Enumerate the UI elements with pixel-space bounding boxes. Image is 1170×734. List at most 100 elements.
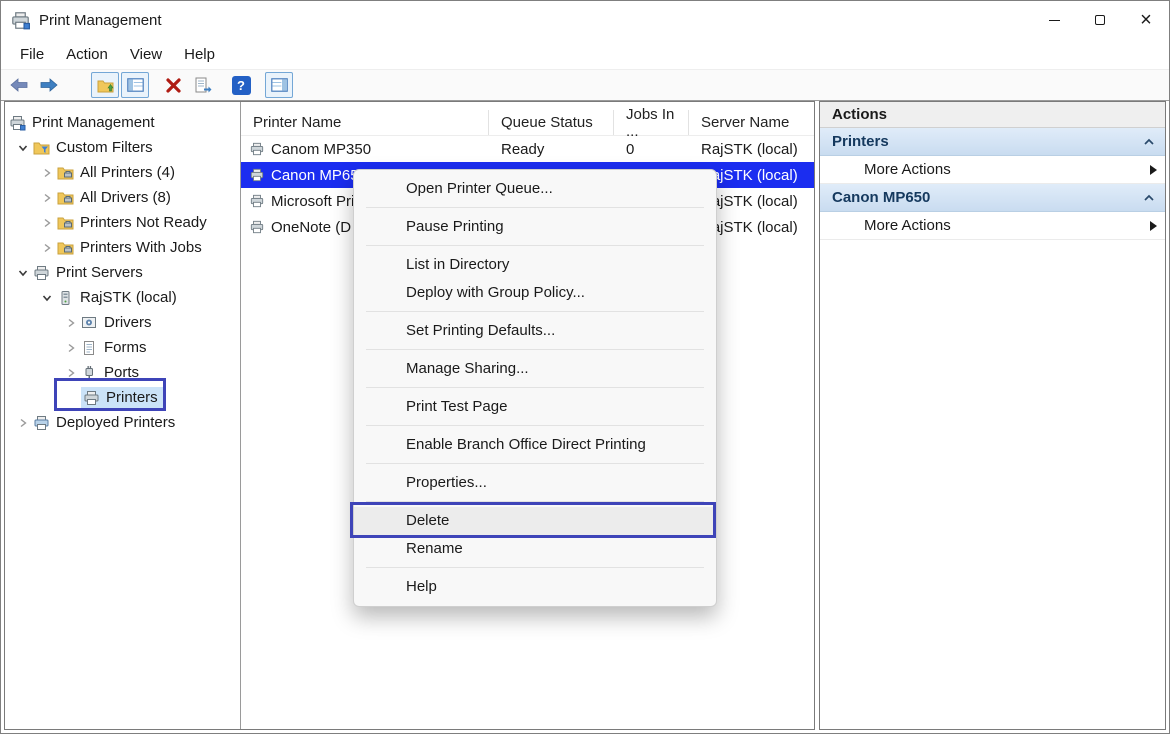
back-arrow-icon	[9, 77, 29, 93]
chevron-down-icon[interactable]	[13, 143, 33, 153]
chevron-right-icon[interactable]	[37, 218, 57, 228]
queue-status: Ready	[489, 141, 614, 158]
menu-item-rename[interactable]: Rename	[354, 535, 716, 563]
chevron-right-icon[interactable]	[61, 318, 81, 328]
chevron-right-icon[interactable]	[13, 418, 33, 428]
chevron-right-icon[interactable]	[61, 368, 81, 378]
minimize-button[interactable]	[1031, 1, 1077, 39]
menu-item-list-in-directory[interactable]: List in Directory	[354, 251, 716, 279]
more-actions-printers[interactable]: More Actions	[820, 156, 1165, 184]
column-header-jobs[interactable]: Jobs In ...	[614, 110, 689, 135]
forms-icon	[81, 340, 101, 356]
show-console-tree-button[interactable]	[121, 72, 149, 98]
drivers-icon	[81, 315, 101, 330]
close-button[interactable]: ×	[1123, 1, 1169, 39]
tree-item-printers-content[interactable]: Printers	[81, 387, 164, 408]
menu-item-open-printer-queue[interactable]: Open Printer Queue...	[354, 175, 716, 203]
tree-item-label: Print Servers	[53, 264, 143, 281]
tree-item-custom-filters[interactable]: Custom Filters	[5, 135, 240, 160]
menu-separator	[366, 501, 704, 502]
menu-item-set-printing-defaults[interactable]: Set Printing Defaults...	[354, 317, 716, 345]
menu-item-print-test-page[interactable]: Print Test Page	[354, 393, 716, 421]
more-actions-label: More Actions	[864, 161, 951, 178]
maximize-icon	[1095, 15, 1105, 25]
column-header-printer-name[interactable]: Printer Name	[241, 110, 489, 135]
menu-item-delete[interactable]: Delete	[354, 507, 716, 535]
tree-item-label: Printers	[103, 389, 158, 406]
menu-item-properties[interactable]: Properties...	[354, 469, 716, 497]
tree-item-drivers[interactable]: Drivers	[5, 310, 240, 335]
tree-item-forms[interactable]: Forms	[5, 335, 240, 360]
tree-item-label: Printers Not Ready	[77, 214, 207, 231]
chevron-down-icon[interactable]	[37, 293, 57, 303]
menu-action[interactable]: Action	[55, 42, 119, 67]
chevron-right-icon[interactable]	[61, 343, 81, 353]
ports-icon	[81, 365, 101, 381]
menu-view[interactable]: View	[119, 42, 173, 67]
tree-item-rajstk-local[interactable]: RajSTK (local)	[5, 285, 240, 310]
menu-item-pause-printing[interactable]: Pause Printing	[354, 213, 716, 241]
menu-item-deploy-with-group-policy[interactable]: Deploy with Group Policy...	[354, 279, 716, 307]
chevron-right-icon[interactable]	[37, 193, 57, 203]
window-title: Print Management	[39, 12, 162, 29]
filter-printer-icon	[57, 190, 77, 205]
menu-separator	[366, 245, 704, 246]
filter-printer-icon	[57, 215, 77, 230]
tree-item-label: Printers With Jobs	[77, 239, 202, 256]
menu-item-help[interactable]: Help	[354, 573, 716, 601]
forward-button[interactable]	[35, 72, 63, 98]
printer-name: Canom MP350	[271, 141, 371, 158]
printer-icon	[33, 265, 53, 281]
menu-item-enable-branch-office-direct-printing[interactable]: Enable Branch Office Direct Printing	[354, 431, 716, 459]
tree-item-all-printers[interactable]: All Printers (4)	[5, 160, 240, 185]
chevron-down-icon[interactable]	[13, 268, 33, 278]
tree-item-printers[interactable]: Printers	[5, 385, 240, 410]
tree-item-all-drivers[interactable]: All Drivers (8)	[5, 185, 240, 210]
server-icon	[57, 290, 77, 306]
tree-item-printers-with-jobs[interactable]: Printers With Jobs	[5, 235, 240, 260]
tree-item-print-servers[interactable]: Print Servers	[5, 260, 240, 285]
submenu-arrow-icon	[1150, 221, 1157, 231]
menu-separator	[366, 567, 704, 568]
column-header-queue-status[interactable]: Queue Status	[489, 110, 614, 135]
up-level-button[interactable]	[91, 72, 119, 98]
more-actions-canon-mp650[interactable]: More Actions	[820, 212, 1165, 240]
menu-help[interactable]: Help	[173, 42, 226, 67]
printer-name: Microsoft Pri	[271, 193, 354, 210]
maximize-button[interactable]	[1077, 1, 1123, 39]
context-menu: Open Printer Queue... Pause Printing Lis…	[353, 169, 717, 607]
printer-row[interactable]: Canom MP350 Ready 0 RajSTK (local)	[241, 136, 814, 162]
tree-item-print-management[interactable]: Print Management	[5, 110, 240, 135]
print-management-icon	[9, 115, 29, 131]
tree-item-deployed-printers[interactable]: Deployed Printers	[5, 410, 240, 435]
menu-item-manage-sharing[interactable]: Manage Sharing...	[354, 355, 716, 383]
chevron-right-icon[interactable]	[37, 168, 57, 178]
tree-item-printers-not-ready[interactable]: Printers Not Ready	[5, 210, 240, 235]
column-header-server-name[interactable]: Server Name	[689, 110, 814, 135]
chevron-right-icon[interactable]	[37, 243, 57, 253]
actions-section-canon-mp650[interactable]: Canon MP650	[820, 184, 1165, 212]
delete-button[interactable]	[159, 72, 187, 98]
printer-name: OneNote (D	[271, 219, 351, 236]
tree-item-ports[interactable]: Ports	[5, 360, 240, 385]
help-button[interactable]: ?	[227, 72, 255, 98]
printer-icon	[249, 142, 265, 156]
actions-pane-title: Actions	[820, 102, 1165, 128]
show-action-pane-button[interactable]	[265, 72, 293, 98]
printer-icon	[249, 220, 265, 234]
menu-file[interactable]: File	[9, 42, 55, 67]
menu-separator	[366, 207, 704, 208]
printer-icon	[83, 390, 103, 406]
submenu-arrow-icon	[1150, 165, 1157, 175]
tree-item-label: Custom Filters	[53, 139, 153, 156]
filter-printer-icon	[57, 240, 77, 255]
app-icon	[11, 11, 30, 30]
toolbar: ?	[1, 69, 1169, 101]
print-management-window: Print Management × File Action View Help	[0, 0, 1170, 734]
section-header-label: Printers	[832, 133, 889, 150]
actions-section-printers[interactable]: Printers	[820, 128, 1165, 156]
tree-item-label: Print Management	[29, 114, 155, 131]
export-list-button[interactable]	[189, 72, 217, 98]
back-button[interactable]	[5, 72, 33, 98]
list-header: Printer Name Queue Status Jobs In ... Se…	[241, 110, 814, 136]
